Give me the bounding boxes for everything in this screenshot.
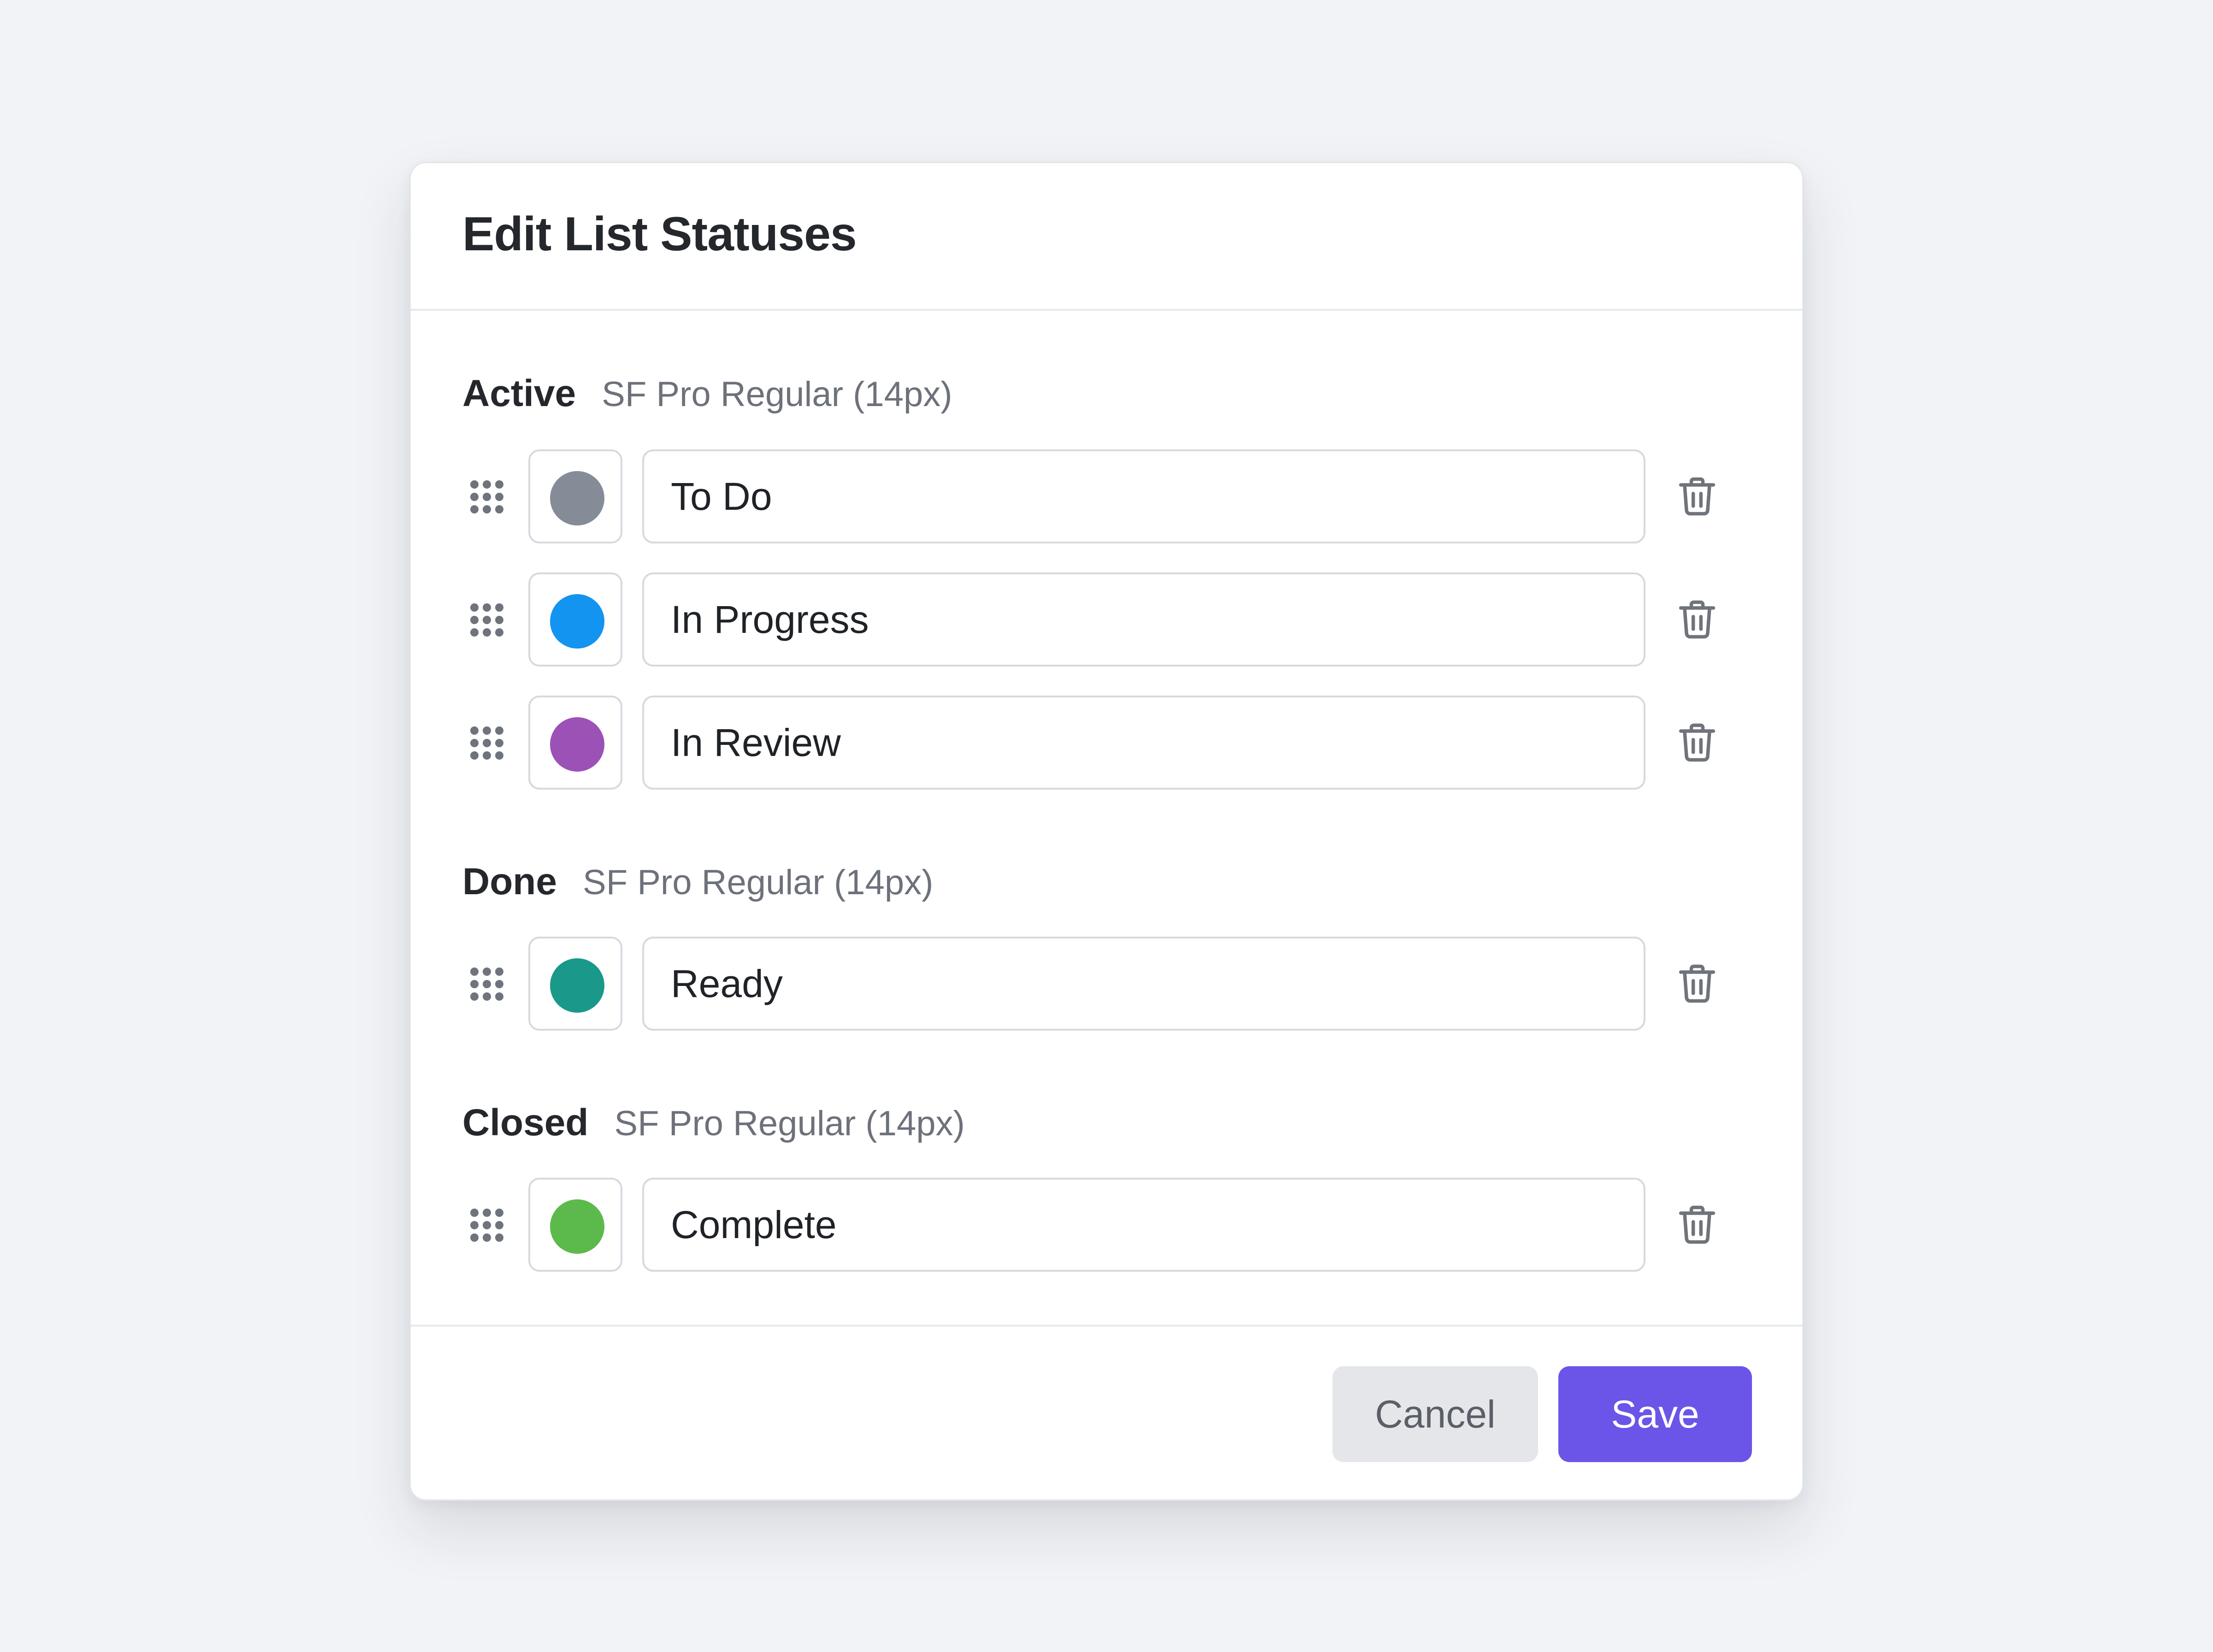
group-name: Done	[462, 861, 557, 903]
trash-icon	[1679, 477, 1716, 516]
status-name-input[interactable]	[642, 937, 1645, 1031]
status-color-dot	[550, 594, 604, 649]
status-color-dot	[550, 958, 604, 1013]
cancel-button[interactable]: Cancel	[1332, 1366, 1538, 1462]
status-name-input[interactable]	[642, 1178, 1645, 1272]
drag-handle-icon[interactable]	[468, 1206, 506, 1244]
group-header-closed: Closed SF Pro Regular (14px)	[462, 1101, 965, 1145]
drag-handle-icon[interactable]	[468, 478, 506, 516]
drag-handle-icon[interactable]	[468, 724, 506, 762]
status-color-picker[interactable]	[528, 696, 622, 790]
status-name-input[interactable]	[642, 696, 1645, 790]
delete-status-button[interactable]	[1669, 469, 1725, 524]
delete-status-button[interactable]	[1669, 715, 1725, 770]
edit-statuses-dialog: Edit List Statuses Active SF Pro Regular…	[409, 162, 1804, 1501]
group-font-label: SF Pro Regular (14px)	[614, 1104, 965, 1143]
status-color-picker[interactable]	[528, 449, 622, 543]
status-color-picker[interactable]	[528, 937, 622, 1031]
group-header-active: Active SF Pro Regular (14px)	[462, 372, 952, 415]
status-name-input[interactable]	[642, 572, 1645, 667]
delete-status-button[interactable]	[1669, 956, 1725, 1011]
dialog-header: Edit List Statuses	[411, 163, 1802, 311]
drag-handle-icon[interactable]	[468, 601, 506, 639]
status-name-input[interactable]	[642, 449, 1645, 543]
status-color-picker[interactable]	[528, 1178, 622, 1272]
status-row	[411, 572, 1802, 667]
status-color-picker[interactable]	[528, 572, 622, 667]
delete-status-button[interactable]	[1669, 592, 1725, 647]
status-color-dot	[550, 717, 604, 772]
group-font-label: SF Pro Regular (14px)	[602, 375, 953, 414]
trash-icon	[1679, 723, 1716, 762]
group-font-label: SF Pro Regular (14px)	[583, 863, 934, 902]
status-color-dot	[550, 471, 604, 525]
group-name: Closed	[462, 1102, 589, 1144]
dialog-footer: Cancel Save	[411, 1325, 1802, 1502]
status-color-dot	[550, 1199, 604, 1254]
status-row	[411, 1178, 1802, 1272]
save-button[interactable]: Save	[1558, 1366, 1752, 1462]
group-name: Active	[462, 372, 576, 414]
trash-icon	[1679, 600, 1716, 639]
status-row	[411, 449, 1802, 543]
drag-handle-icon[interactable]	[468, 965, 506, 1003]
trash-icon	[1679, 1205, 1716, 1244]
dialog-title: Edit List Statuses	[462, 207, 857, 261]
status-row	[411, 937, 1802, 1031]
status-row	[411, 696, 1802, 790]
group-header-done: Done SF Pro Regular (14px)	[462, 860, 933, 903]
delete-status-button[interactable]	[1669, 1197, 1725, 1252]
trash-icon	[1679, 964, 1716, 1003]
